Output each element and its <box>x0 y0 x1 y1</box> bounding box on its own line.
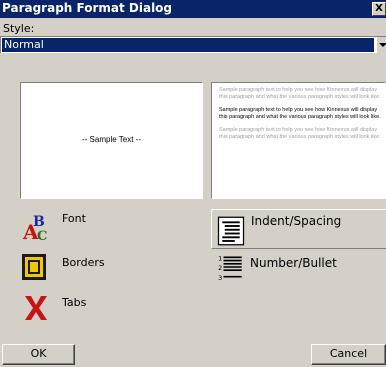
style-label: Style: <box>3 22 35 35</box>
style-selected-value[interactable]: Normal <box>2 38 374 52</box>
font-icon: A B C <box>22 214 47 242</box>
borders-label: Borders <box>62 256 105 269</box>
ok-button[interactable]: OK <box>2 344 75 365</box>
svg-text:C: C <box>37 229 47 242</box>
svg-text:1: 1 <box>218 255 222 263</box>
chevron-down-icon[interactable] <box>376 37 386 53</box>
font-option[interactable]: A B C Font <box>22 212 172 248</box>
sample-text: -- Sample Text -- <box>82 135 141 144</box>
borders-icon <box>22 254 46 280</box>
tabs-icon <box>25 296 47 320</box>
tabs-label: Tabs <box>62 296 87 309</box>
preview-paragraph-current: Sample paragraph text to help you see ho… <box>219 107 381 120</box>
sample-text-preview: -- Sample Text -- <box>20 82 203 199</box>
dialog-title: Paragraph Format Dialog <box>2 1 173 15</box>
close-button[interactable]: X <box>372 2 386 16</box>
indent-spacing-icon <box>217 216 245 246</box>
font-label: Font <box>62 212 86 225</box>
svg-text:3: 3 <box>218 274 222 282</box>
paragraph-format-dialog: Paragraph Format Dialog X Style: Normal … <box>0 0 386 367</box>
svg-text:B: B <box>33 214 45 230</box>
svg-text:2: 2 <box>218 264 222 272</box>
number-bullet-option[interactable]: 1 2 3 Number/Bullet <box>211 252 386 288</box>
indent-spacing-label: Indent/Spacing <box>251 214 342 228</box>
cancel-button[interactable]: Cancel <box>311 344 386 365</box>
paragraph-preview: Sample paragraph text to help you see ho… <box>211 82 386 199</box>
preview-paragraph-after: Sample paragraph text to help you see ho… <box>219 127 381 140</box>
borders-option[interactable]: Borders <box>22 252 172 288</box>
preview-paragraph-before: Sample paragraph text to help you see ho… <box>219 87 381 100</box>
title-bar[interactable]: Paragraph Format Dialog X <box>0 0 386 18</box>
close-icon: X <box>375 3 383 14</box>
tabs-option[interactable]: Tabs <box>22 292 172 328</box>
indent-spacing-option[interactable]: Indent/Spacing <box>211 209 386 249</box>
style-select[interactable]: Normal <box>0 36 386 53</box>
number-bullet-label: Number/Bullet <box>250 256 337 270</box>
number-bullet-icon: 1 2 3 <box>218 255 242 282</box>
